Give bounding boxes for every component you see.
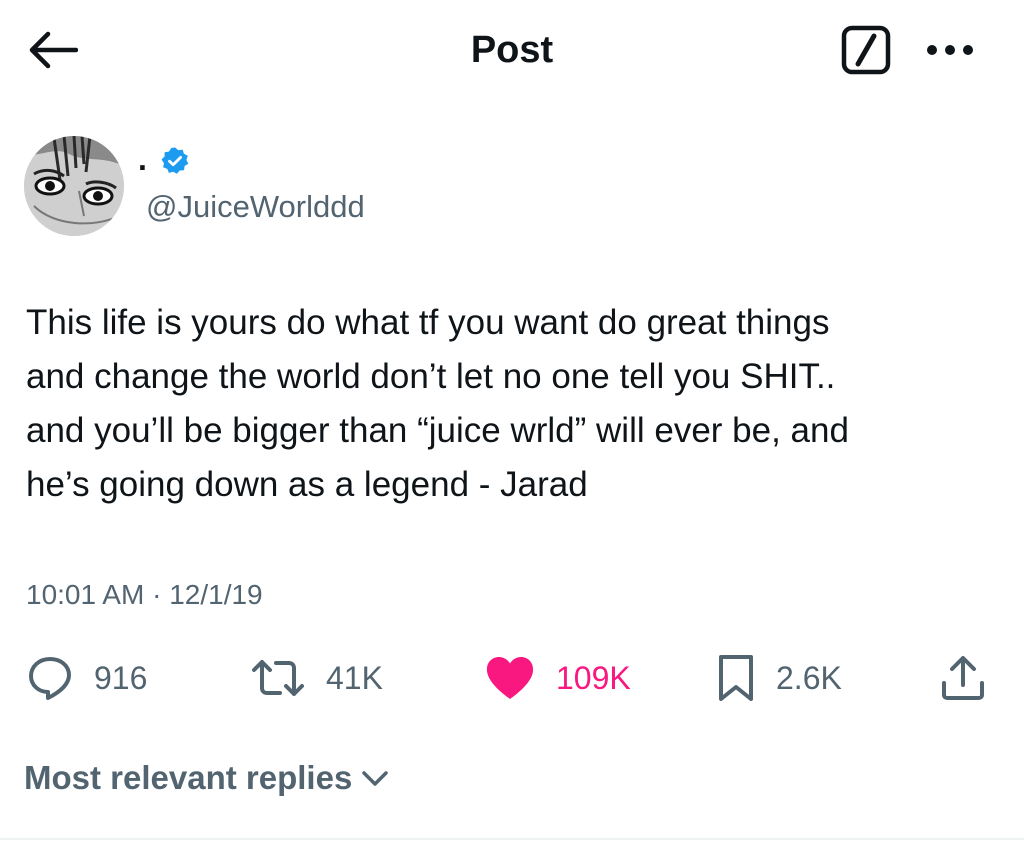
replies-sort-label: Most relevant replies (24, 759, 353, 796)
replies-sort-dropdown[interactable]: Most relevant replies (24, 756, 390, 800)
heart-filled-icon (486, 657, 534, 699)
bookmark-button[interactable]: 2.6K (716, 652, 842, 704)
grok-icon (841, 25, 891, 75)
more-options-button[interactable] (918, 22, 982, 78)
avatar-image (24, 136, 124, 236)
repost-icon (252, 660, 304, 696)
verified-badge-icon (160, 146, 190, 176)
share-icon (942, 656, 984, 700)
bookmark-icon (719, 655, 753, 701)
author-display-name[interactable]: . (138, 139, 147, 179)
avatar[interactable] (24, 136, 124, 236)
like-count: 109K (556, 660, 631, 696)
tweet-time: 10:01 AM (26, 579, 145, 610)
tweet-timestamp[interactable]: 10:01 AM · 12/1/19 (26, 576, 263, 614)
reply-button[interactable]: 916 (26, 652, 147, 704)
like-button[interactable]: 109K (484, 652, 631, 704)
chevron-down-icon (362, 771, 389, 786)
author-handle[interactable]: @JuiceWorlddd (146, 187, 365, 227)
grok-button[interactable] (836, 22, 896, 78)
more-dots-icon (927, 45, 973, 55)
reply-count: 916 (94, 660, 148, 696)
divider (0, 838, 1024, 840)
timestamp-separator: · (152, 579, 162, 610)
tweet-text: This life is yours do what tf you want d… (26, 303, 849, 504)
repost-button[interactable]: 41K (250, 652, 383, 704)
tweet-date: 12/1/19 (169, 579, 263, 610)
repost-count: 41K (326, 660, 383, 696)
reply-icon (29, 657, 71, 700)
share-button[interactable] (934, 650, 992, 706)
bookmark-count: 2.6K (776, 660, 842, 696)
